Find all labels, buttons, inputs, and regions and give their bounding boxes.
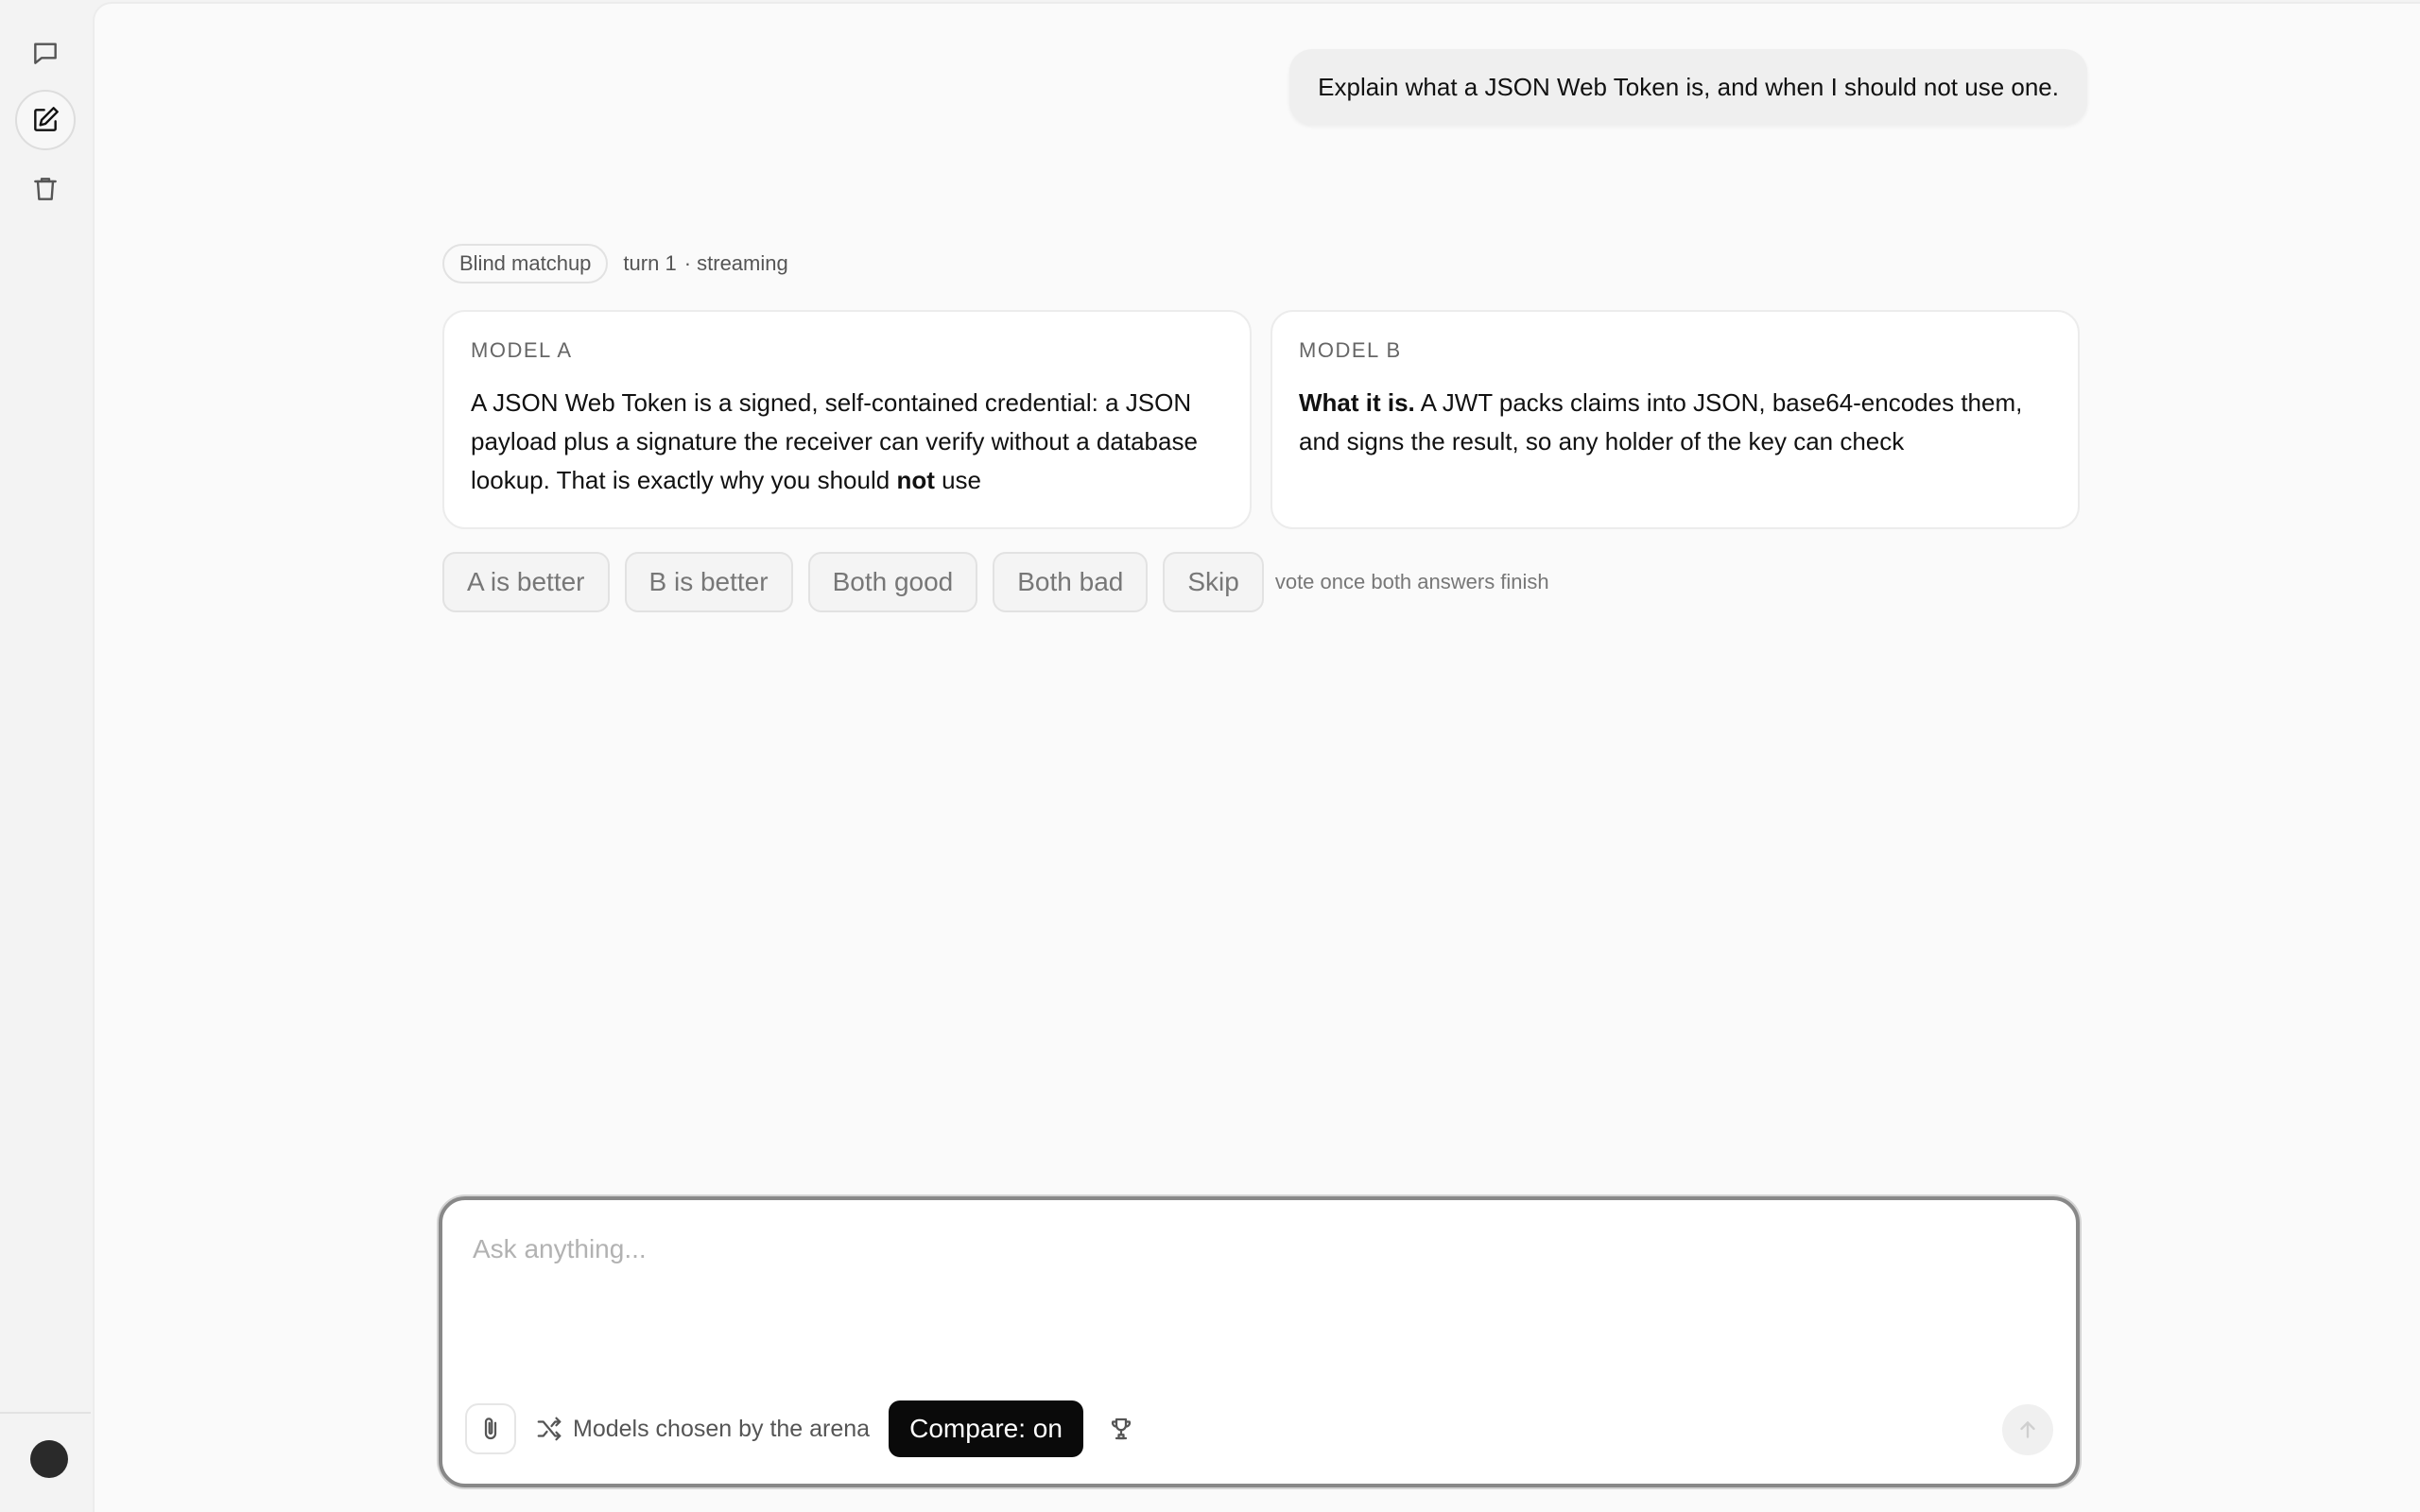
new-chat-button[interactable] [15,90,76,150]
trophy-icon [1111,1418,1132,1440]
user-message-bubble: Explain what a JSON Web Token is, and wh… [1289,49,2087,125]
composer: Models chosen by the arena Compare: on [439,1196,2080,1487]
model-selector-label: Models chosen by the arena [573,1415,871,1442]
model-selector[interactable]: Models chosen by the arena [535,1415,870,1443]
model-b-card: MODEL B What it is. A JWT packs claims i… [1270,310,2080,529]
model-b-label: MODEL B [1299,338,1402,362]
delete-button[interactable] [15,159,76,219]
paperclip-icon [484,1418,497,1440]
model-a-card: MODEL A A JSON Web Token is a signed, se… [442,310,1252,529]
main-panel: Explain what a JSON Web Token is, and wh… [93,2,2420,1512]
vote-row: A is better B is better Both good Both b… [442,552,1549,612]
leaderboard-button[interactable] [1102,1410,1140,1448]
chats-button[interactable] [15,23,76,83]
send-arrow-icon [2020,1421,2035,1438]
shuffle-icon [537,1417,562,1441]
sidebar-rail [0,0,91,1512]
both-good-button[interactable]: Both good [807,552,978,612]
matchup-meta: Blind matchup turn 1 · streaming [442,244,788,284]
new-chat-icon [34,107,59,131]
both-bad-button[interactable]: Both bad [993,552,1149,612]
a-better-button[interactable]: A is better [442,552,610,612]
prompt-input[interactable] [473,1234,1985,1264]
rail-divider [0,1412,91,1414]
model-b-response: What it is. A JWT packs claims into JSON… [1299,388,2023,455]
b-better-button[interactable]: B is better [624,552,793,612]
skip-button[interactable]: Skip [1163,552,1264,612]
chat-icon [34,43,57,64]
send-button[interactable] [2002,1404,2053,1455]
matchup-badge: Blind matchup [442,244,609,284]
streaming-status: · streaming [683,251,788,275]
model-a-label: MODEL A [471,338,573,362]
trash-icon [34,178,57,200]
model-a-response: A JSON Web Token is a signed, self-conta… [471,388,1198,494]
avatar[interactable] [30,1440,68,1478]
compare-toggle[interactable]: Compare: on [889,1400,1083,1457]
composer-toolbar: Models chosen by the arena Compare: on [465,1400,1140,1457]
attach-button[interactable] [465,1403,516,1454]
vote-hint: vote once both answers finish [1274,570,1549,593]
turn-label: turn 1 [623,251,677,275]
